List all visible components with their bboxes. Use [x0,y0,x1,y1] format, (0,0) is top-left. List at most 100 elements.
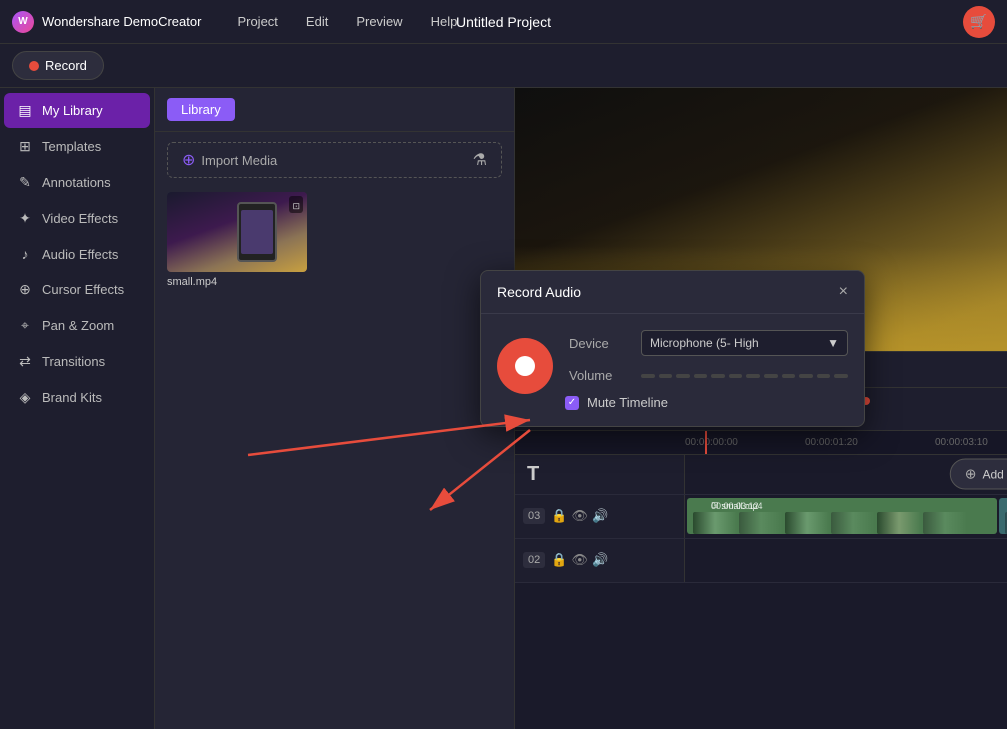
dialog-header: Record Audio × [481,271,864,314]
sidebar-label-video-effects: Video Effects [42,211,118,226]
menu-items: Project Edit Preview Help [225,10,963,33]
sidebar-label-pan-zoom: Pan & Zoom [42,318,114,333]
track-mute-icon[interactable]: 🔊 [592,508,608,524]
dialog-close-button[interactable]: × [839,283,848,301]
sidebar-item-my-library[interactable]: ▤ My Library [4,93,150,128]
video-track-row: 03 🔒 👁 🔊 ⊡ small.mp4 00:00:03:12 [515,495,1007,539]
import-plus-icon: ⊕ [182,150,195,170]
dialog-body: Device Microphone (5- High ▼ Volume [481,314,864,426]
track-eye-icon[interactable]: 👁 [571,508,588,524]
brand-kits-icon: ◈ [16,389,34,406]
track-lock-icon[interactable]: 🔒 [551,508,567,524]
timeline-ruler: 00:00:00:00 00:00:01:20 00:00:03:10 00:0… [515,431,1007,455]
video-clip-2[interactable]: ⊡ small.mp4 [999,498,1007,534]
media-filename: small.mp4 [167,276,307,288]
library-header: Library [155,88,514,132]
clip-frame [739,512,783,534]
playhead [705,431,707,454]
project-title: Untitled Project [456,14,551,30]
track-controls-03: 03 🔒 👁 🔊 [515,495,685,538]
ruler-tick-1: 00:00:01:20 [805,437,858,448]
menu-project[interactable]: Project [225,10,289,33]
cart-button[interactable]: 🛒 [963,6,995,38]
sidebar-label-cursor-effects: Cursor Effects [42,282,124,297]
text-track-controls: T [515,455,685,494]
vol-seg-9 [782,374,796,378]
device-dropdown-icon: ▼ [827,336,839,350]
vol-seg-4 [694,374,708,378]
volume-field-row: Volume [569,368,848,383]
transitions-icon: ⇄ [16,353,34,370]
menu-right: 🛒 [963,6,995,38]
sidebar-item-cursor-effects[interactable]: ⊕ Cursor Effects [4,272,150,307]
volume-bar[interactable] [641,374,848,378]
library-tab[interactable]: Library [167,98,235,121]
track-content-02 [685,539,1007,582]
track-lock-icon-02[interactable]: 🔒 [551,552,567,568]
timeline-area: 00:00:00:00 00:00:01:20 00:00:03:10 00:0… [515,431,1007,729]
sidebar-item-templates[interactable]: ⊞ Templates [4,129,150,164]
sidebar-item-video-effects[interactable]: ✦ Video Effects [4,201,150,236]
media-item[interactable]: ⊡ small.mp4 [167,192,307,288]
sidebar-item-brand-kits[interactable]: ◈ Brand Kits [4,380,150,415]
annotations-icon: ✎ [16,174,34,191]
clip-frame [693,512,737,534]
vol-seg-8 [764,374,778,378]
video-clip-1[interactable]: ⊡ small.mp4 00:00:03:12 [687,498,997,534]
record-circle-button[interactable] [497,338,553,394]
text-track-icon: T [527,463,539,486]
menu-edit[interactable]: Edit [294,10,340,33]
device-select-dropdown[interactable]: Microphone (5- High ▼ [641,330,848,356]
cursor-effects-icon: ⊕ [16,281,34,298]
add-subtitles-icon: ⊕ [965,466,977,483]
clip-frame [831,512,875,534]
text-track: T ⊕ Add subtitles [515,455,1007,495]
track-mute-icon-02[interactable]: 🔊 [592,552,608,568]
sidebar-label-templates: Templates [42,139,101,154]
device-label: Device [569,336,629,351]
vol-seg-11 [817,374,831,378]
sidebar-item-annotations[interactable]: ✎ Annotations [4,165,150,200]
track-content-03: ⊡ small.mp4 00:00:03:12 [685,495,1007,538]
app-name: Wondershare DemoCreator [42,14,201,29]
track-icons: 🔒 👁 🔊 [551,508,608,524]
track-eye-icon-02[interactable]: 👁 [571,552,588,568]
mute-checkbox[interactable]: ✓ [565,396,579,410]
add-subtitles-button[interactable]: ⊕ Add subtitles [950,459,1007,490]
clip-frame [923,512,967,534]
mute-row: ✓ Mute Timeline [565,395,848,410]
sidebar-item-transitions[interactable]: ⇄ Transitions [4,344,150,379]
vol-seg-2 [659,374,673,378]
sidebar-item-audio-effects[interactable]: ♪ Audio Effects [4,237,150,271]
sidebar-label-brand-kits: Brand Kits [42,390,102,405]
record-audio-dialog[interactable]: Record Audio × Device Microphone (5- Hig… [480,270,865,427]
device-field-row: Device Microphone (5- High ▼ [569,330,848,356]
track-controls-02: 02 🔒 👁 🔊 [515,539,685,582]
import-media-button[interactable]: ⊕ Import Media ⚗ [167,142,502,178]
volume-control [641,374,848,378]
thumbnail-preview [167,192,307,272]
mute-label: Mute Timeline [587,395,668,410]
volume-label: Volume [569,368,629,383]
sidebar-label-my-library: My Library [42,103,103,118]
dialog-title: Record Audio [497,284,581,300]
vol-seg-10 [799,374,813,378]
record-label: Record [45,58,87,73]
dialog-fields: Device Microphone (5- High ▼ Volume [569,330,848,410]
filter-icon[interactable]: ⚗ [473,150,487,170]
vol-seg-1 [641,374,655,378]
sidebar-item-pan-zoom[interactable]: ⌖ Pan & Zoom [4,308,150,343]
sidebar-label-transitions: Transitions [42,354,105,369]
menu-preview[interactable]: Preview [344,10,414,33]
track-number-03: 03 [523,508,545,524]
vol-seg-7 [746,374,760,378]
logo-icon: W [12,11,34,33]
video-effects-icon: ✦ [16,210,34,227]
record-button[interactable]: Record [12,51,104,80]
vol-seg-6 [729,374,743,378]
add-subtitles-container: ⊕ Add subtitles [950,459,1007,490]
sidebar: ▤ My Library ⊞ Templates ✎ Annotations ✦… [0,88,155,729]
clip-time-1: 00:00:03:12 [711,501,759,511]
record-toolbar: Record [0,44,1007,88]
media-thumbnail: ⊡ [167,192,307,272]
